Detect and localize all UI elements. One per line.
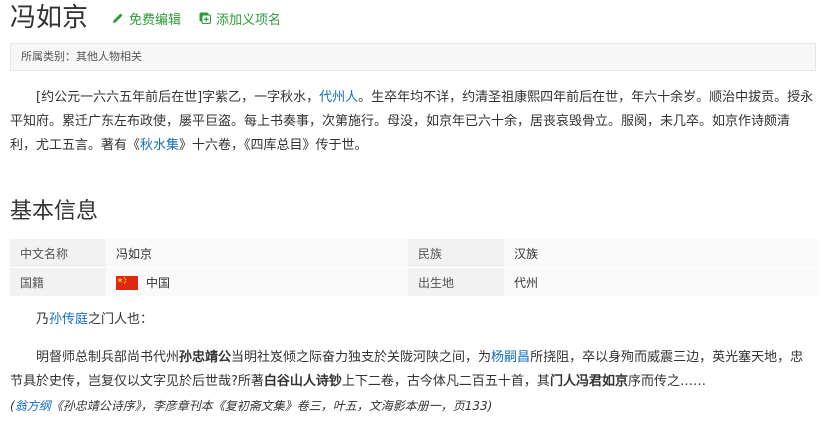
info-value: 汉族 (504, 238, 818, 268)
summary-text-3: 》十六卷，《四库总目》传于世。 (179, 138, 368, 153)
body-paragraph-2: 明督师总制兵部尚书代州孙忠靖公当明社岌倾之际奋力独支於关陇河陕之间，为杨嗣昌所挠… (10, 346, 816, 419)
para2-bold-1: 孙忠靖公 (179, 350, 232, 365)
basic-info-table: 中文名称 冯如京 民族 汉族 国籍 中国 出生地 代州 (10, 238, 818, 296)
pencil-icon (113, 13, 123, 23)
page-title: 冯如京 (10, 3, 89, 33)
title-row: 冯如京 免费编辑 添加义项名 (10, 0, 281, 36)
info-key: 民族 (408, 238, 504, 268)
para2-bold-2: 白谷山人诗钞 (263, 374, 342, 389)
link-weng-fanggang[interactable]: 翁方纲 (15, 399, 51, 413)
nationality-text: 中国 (146, 275, 171, 290)
add-entry-label: 添加义项名 (216, 12, 282, 28)
para2-bold-3: 门人冯君如京 (549, 374, 628, 389)
citation-rest: 《孙忠靖公诗序》，李彦章刊本《复初斋文集》卷三，叶五，文海影本册一，页133) (50, 399, 493, 413)
add-entry-icon (199, 12, 212, 24)
para2-text-d: 上下二卷，古今体凡二百五十首，其 (341, 374, 550, 389)
link-daizhou[interactable]: 代州人 (319, 90, 358, 105)
info-value: 代州 (504, 267, 818, 296)
info-key: 国籍 (10, 267, 106, 296)
edit-button[interactable]: 免费编辑 (112, 9, 181, 28)
link-sun-chuanting[interactable]: 孙传庭 (49, 312, 88, 327)
para2-text-e: 序而传之…… (627, 374, 706, 389)
info-value-nationality: 中国 (106, 267, 408, 296)
para1-text-a: 乃 (36, 312, 50, 327)
add-entry-button[interactable]: 添加义项名 (199, 9, 281, 28)
info-key: 中文名称 (10, 238, 106, 268)
para2-text-b: 当明社岌倾之际奋力独支於关陇河陕之间，为 (231, 350, 492, 365)
edit-label: 免费编辑 (129, 12, 182, 28)
summary-text-1: [约公元一六六五年前后在世]字紫乙，一字秋水， (36, 90, 320, 105)
citation: (翁方纲《孙忠靖公诗序》，李彦章刊本《复初斋文集》卷三，叶五，文海影本册一，页1… (10, 399, 492, 413)
table-row: 中文名称 冯如京 民族 汉族 (10, 238, 818, 268)
link-qiushuiji[interactable]: 秋水集 (140, 138, 179, 153)
china-flag-icon (116, 276, 138, 290)
link-yang-sichang[interactable]: 杨嗣昌 (491, 350, 530, 365)
summary-paragraph: [约公元一六六五年前后在世]字紫乙，一字秋水，代州人。生卒年均不详，约清圣祖康熙… (10, 86, 814, 158)
para2-text-a: 明督师总制兵部尚书代州 (36, 350, 180, 365)
body-paragraph-1: 乃孙传庭之门人也： (10, 308, 816, 332)
info-key: 出生地 (408, 267, 504, 296)
para1-text-b: 之门人也： (88, 312, 154, 327)
basic-info-heading: 基本信息 (10, 199, 99, 224)
category-bar: 所属类别：其他人物相关 (10, 43, 816, 71)
table-row: 国籍 中国 出生地 代州 (10, 267, 818, 296)
category-text: 所属类别：其他人物相关 (21, 50, 142, 63)
info-value: 冯如京 (106, 238, 408, 268)
